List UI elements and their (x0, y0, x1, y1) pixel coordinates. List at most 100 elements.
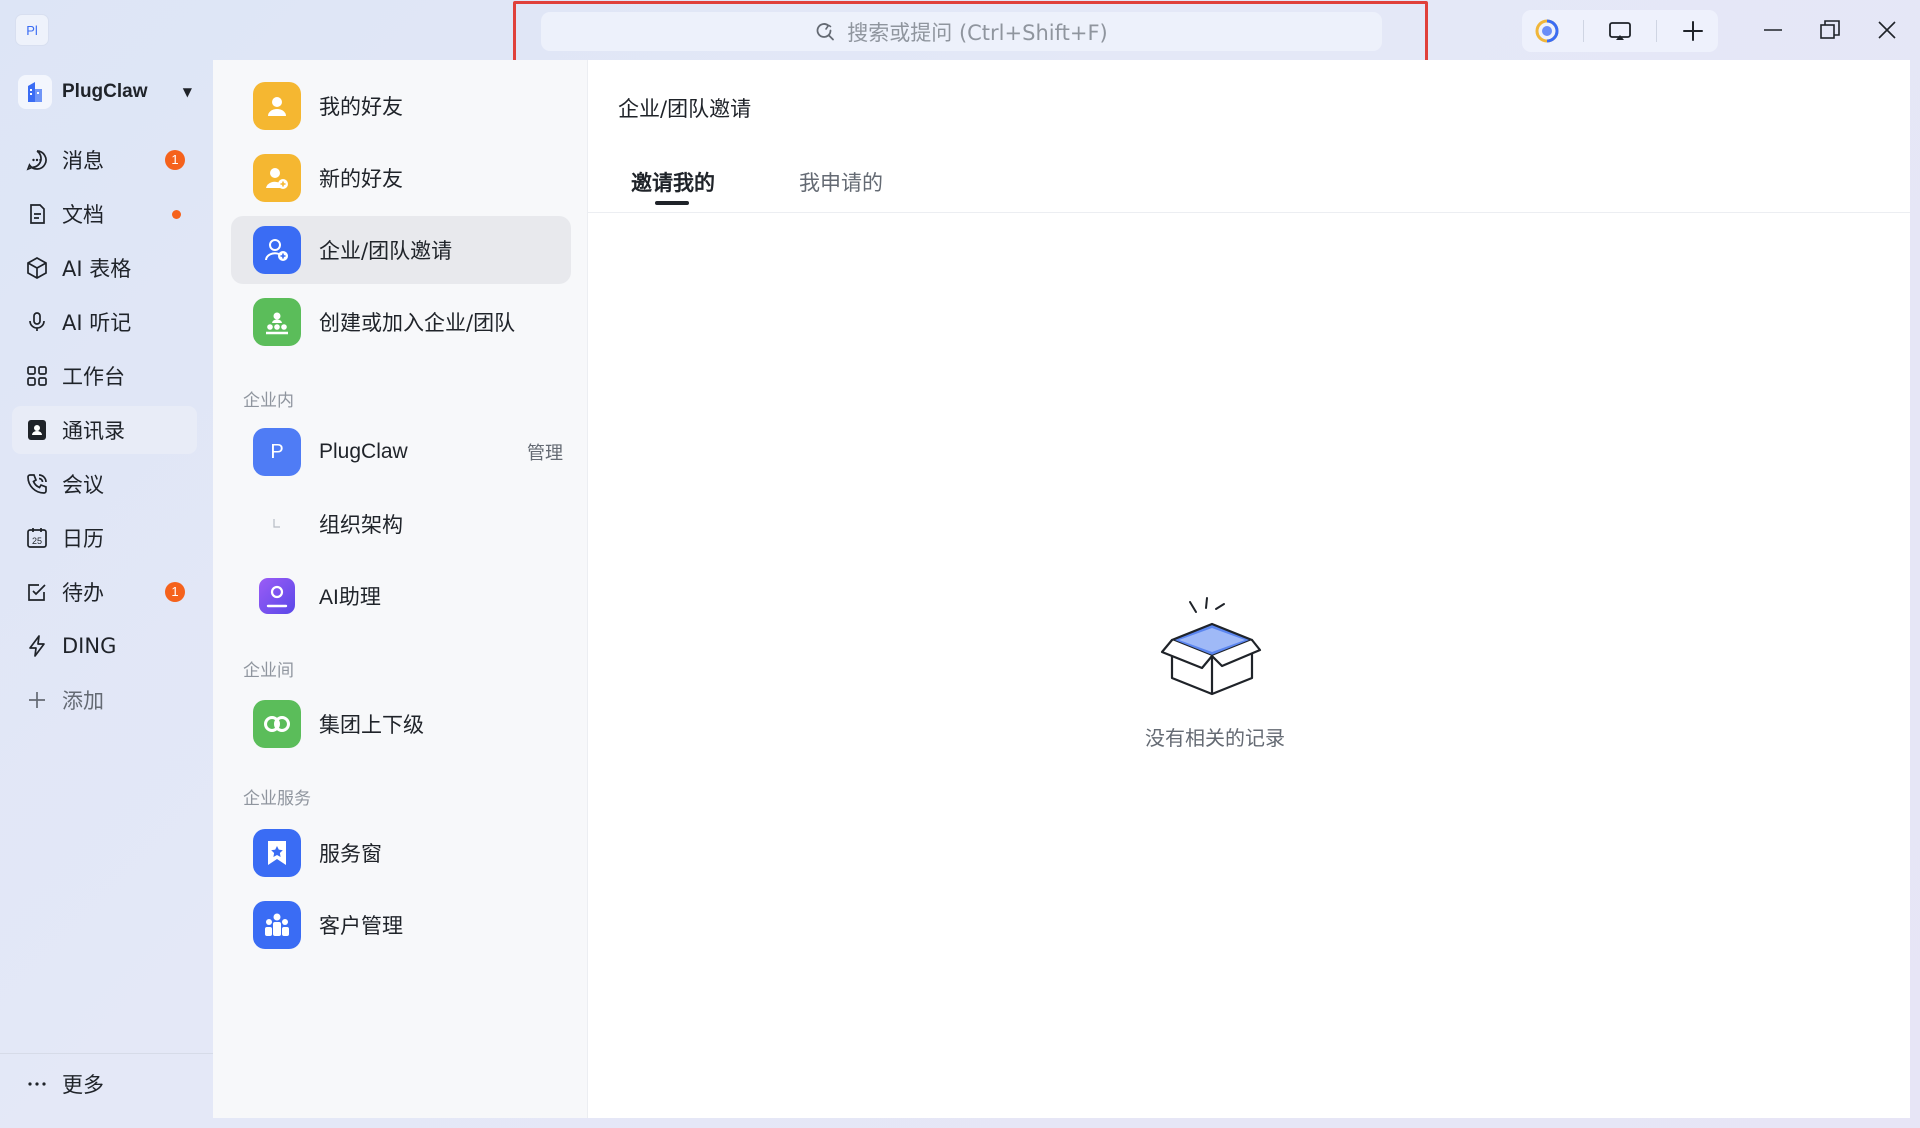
contact-label: 服务窗 (319, 842, 382, 866)
toolbar-separator (1582, 20, 1584, 42)
contact-org-invites[interactable]: 企业/团队邀请 (231, 216, 571, 284)
bookmark-star-icon (253, 829, 301, 877)
tab-my-applications[interactable]: 我申请的 (799, 167, 883, 197)
grid-icon (24, 363, 50, 389)
top-actions (1522, 10, 1718, 52)
org-switcher[interactable]: PlugClaw ▼ (18, 72, 198, 112)
contact-service-window[interactable]: 服务窗 (231, 819, 571, 887)
unread-badge: 1 (165, 150, 185, 170)
org-name: PlugClaw (62, 81, 148, 102)
org-avatar: P (253, 428, 301, 476)
contact-create-join[interactable]: 创建或加入企业/团队 (231, 288, 571, 356)
nav-item-add[interactable]: 添加 (12, 676, 197, 724)
contact-org-structure[interactable]: 组织架构 (231, 490, 571, 558)
checkbox-icon (24, 579, 50, 605)
unread-dot (172, 210, 181, 219)
title-bar: Pl 搜索或提问 (Ctrl+Shift+F) (0, 0, 1920, 73)
close-icon[interactable] (1873, 16, 1901, 44)
calendar-day: 25 (32, 536, 42, 546)
nav-label: 待办 (62, 581, 104, 605)
tab-invited-me[interactable]: 邀请我的 (631, 167, 715, 197)
contacts-book-icon (24, 417, 50, 443)
friend-icon (253, 82, 301, 130)
contact-label: 客户管理 (319, 914, 403, 938)
empty-state-text: 没有相关的记录 (1145, 726, 1285, 750)
ai-table-icon (24, 255, 50, 281)
nav-item-messages[interactable]: 消息 1 (12, 136, 197, 184)
left-nav: PlugClaw ▼ 消息 1 文档 AI 表格 AI 听记 工作台 通讯录 会… (0, 60, 213, 1128)
nav-item-calendar[interactable]: 25 日历 (12, 514, 197, 562)
nav-item-ai-table[interactable]: AI 表格 (12, 244, 197, 292)
section-heading: 企业间 (243, 661, 294, 681)
nav-label: 日历 (62, 527, 104, 551)
app-logo[interactable]: Pl (15, 14, 49, 46)
nav-item-workbench[interactable]: 工作台 (12, 352, 197, 400)
nav-item-ai-notes[interactable]: AI 听记 (12, 298, 197, 346)
contact-ai-assistant[interactable]: AI助理 (231, 562, 571, 630)
tree-branch-icon (253, 500, 301, 548)
lightning-icon (24, 633, 50, 659)
restore-icon[interactable] (1816, 16, 1844, 44)
plus-icon (24, 687, 50, 713)
contact-my-friends[interactable]: 我的好友 (231, 72, 571, 140)
nav-label: DING (62, 634, 117, 658)
calendar-icon: 25 (24, 525, 50, 551)
nav-label: AI 听记 (62, 311, 132, 335)
plus-icon[interactable] (1680, 18, 1706, 44)
add-friend-icon (253, 154, 301, 202)
contact-org-plugclaw[interactable]: P PlugClaw 管理 (231, 418, 571, 486)
manage-link[interactable]: 管理 (527, 439, 563, 465)
section-heading: 企业服务 (243, 789, 311, 809)
nav-label: AI 表格 (62, 257, 132, 281)
empty-box-icon (1160, 597, 1262, 696)
phone-icon (24, 471, 50, 497)
org-invite-icon (253, 226, 301, 274)
page-title: 企业/团队邀请 (618, 97, 752, 121)
nav-item-meetings[interactable]: 会议 (12, 460, 197, 508)
nav-label: 工作台 (62, 365, 125, 389)
nav-label: 消息 (62, 149, 104, 173)
contacts-pane: 我的好友 新的好友 企业/团队邀请 创建或加入企业/团队 企业内 P PlugC… (213, 60, 588, 1118)
contact-label: 企业/团队邀请 (319, 239, 453, 263)
nav-label: 更多 (62, 1073, 104, 1097)
ai-assistant-icon[interactable] (1534, 18, 1560, 44)
contact-new-friends[interactable]: 新的好友 (231, 144, 571, 212)
empty-state (1134, 580, 1294, 714)
microphone-icon (24, 309, 50, 335)
contact-label: AI助理 (319, 586, 381, 609)
contact-label: 集团上下级 (319, 713, 424, 737)
nav-item-todo[interactable]: 待办 1 (12, 568, 197, 616)
nav-item-contacts[interactable]: 通讯录 (12, 406, 197, 454)
nav-item-ding[interactable]: DING (12, 622, 197, 670)
contact-label: 新的好友 (319, 167, 403, 191)
minimize-icon[interactable] (1759, 16, 1787, 44)
main-panel: 企业/团队邀请 邀请我的 我申请的 没有相关的记录 (588, 60, 1910, 1118)
nav-divider (0, 1053, 213, 1054)
nav-label: 通讯录 (62, 419, 125, 443)
ai-assistant-avatar-icon (253, 572, 301, 620)
screen-cast-icon[interactable] (1607, 18, 1633, 44)
more-dots-icon (24, 1071, 50, 1097)
nav-label: 添加 (62, 689, 104, 713)
contact-label: 组织架构 (319, 513, 403, 537)
chat-bubble-icon (24, 147, 50, 173)
document-icon (24, 201, 50, 227)
org-building-icon (18, 75, 52, 109)
nav-item-more[interactable]: 更多 (12, 1060, 197, 1108)
contact-group-hierarchy[interactable]: 集团上下级 (231, 690, 571, 758)
toolbar-separator (1656, 20, 1658, 42)
caret-down-icon: ▼ (182, 85, 192, 99)
contact-label: PlugClaw (319, 440, 408, 463)
nav-item-docs[interactable]: 文档 (12, 190, 197, 238)
unread-badge: 1 (165, 582, 185, 602)
tab-divider (588, 212, 1910, 213)
nav-label: 文档 (62, 203, 104, 227)
contact-customer-mgmt[interactable]: 客户管理 (231, 891, 571, 959)
link-rings-icon (253, 700, 301, 748)
contact-label: 创建或加入企业/团队 (319, 311, 516, 335)
nav-label: 会议 (62, 473, 104, 497)
customers-icon (253, 901, 301, 949)
contact-label: 我的好友 (319, 95, 403, 119)
org-tree-icon (253, 298, 301, 346)
active-tab-indicator (655, 201, 689, 205)
